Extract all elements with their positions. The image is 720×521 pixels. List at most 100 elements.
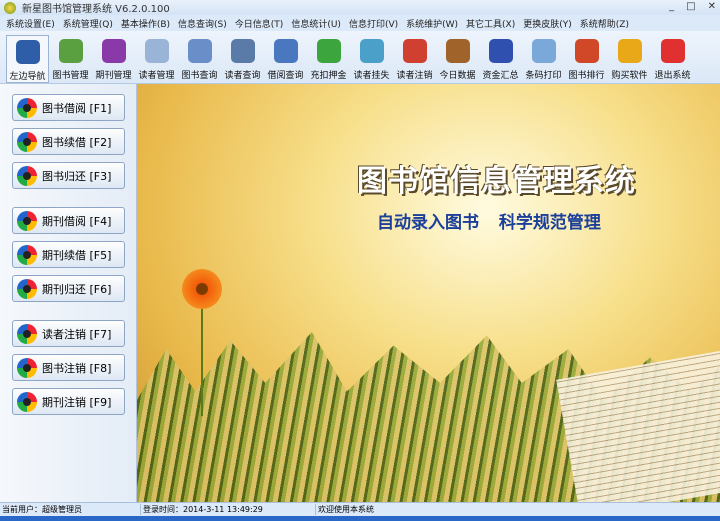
nav-disc-icon [17, 357, 37, 378]
toolbar-button-12[interactable]: 条码打印 [522, 35, 565, 83]
status-user: 当前用户：超级管理员 [2, 505, 82, 514]
menu-item-5[interactable]: 信息统计(U) [291, 17, 341, 30]
left-navigation-panel: 图书借阅 [F1] 图书续借 [F2] 图书归还 [F3] 期刊借阅 [F4] 期刊续借… [0, 84, 137, 502]
toolbar-button-13[interactable]: 图书排行 [565, 35, 608, 83]
toolbar-button-10[interactable]: 今日数据 [436, 35, 479, 83]
menu-item-2[interactable]: 基本操作(B) [121, 17, 170, 30]
nav-button-5[interactable]: 期刊归还 [F6] [12, 275, 125, 302]
menu-item-9[interactable]: 更换皮肤(Y) [523, 17, 572, 30]
toolbar-icon [144, 39, 169, 63]
toolbar-button-11[interactable]: 资金汇总 [479, 35, 522, 83]
close-button[interactable]: ✕ [708, 1, 716, 12]
main-banner: 图书馆信息管理系统 自动录入图书 科学规范管理 [137, 84, 720, 502]
nav-disc-icon [17, 131, 37, 152]
toolbar-button-5[interactable]: 读者查询 [221, 35, 264, 83]
toolbar-icon [660, 39, 685, 63]
toolbar-label: 读者挂失 [353, 71, 390, 81]
toolbar-icon [273, 39, 298, 63]
menu-bar: 系统设置(E) 系统管理(Q) 基本操作(B) 信息查询(S) 今日信息(T) 信息统计(… [0, 15, 720, 31]
toolbar-label: 读者注销 [396, 71, 433, 81]
toolbar-icon [445, 39, 470, 63]
toolbar-label: 读者管理 [138, 71, 175, 81]
menu-item-1[interactable]: 系统管理(Q) [63, 17, 113, 30]
menu-item-10[interactable]: 系统帮助(Z) [580, 17, 629, 30]
toolbar-icon [15, 40, 40, 64]
minimize-button[interactable]: _ [669, 1, 674, 12]
nav-disc-icon [17, 278, 37, 299]
toolbar-button-9[interactable]: 读者注销 [393, 35, 436, 83]
toolbar-label: 图书查询 [181, 71, 218, 81]
menu-item-8[interactable]: 其它工具(X) [466, 17, 515, 30]
toolbar-icon [58, 39, 83, 63]
nav-button-8[interactable]: 期刊注销 [F9] [12, 388, 125, 415]
nav-label: 图书续借 [F2] [42, 135, 112, 149]
nav-button-4[interactable]: 期刊续借 [F5] [12, 241, 125, 268]
menu-item-6[interactable]: 信息打印(V) [349, 17, 398, 30]
menu-item-3[interactable]: 信息查询(S) [178, 17, 227, 30]
banner-subtitle: 自动录入图书 科学规范管理 [377, 213, 601, 233]
toolbar-icon [402, 39, 427, 63]
nav-button-6[interactable]: 读者注销 [F7] [12, 320, 125, 347]
flower-image [182, 269, 222, 309]
nav-button-3[interactable]: 期刊借阅 [F4] [12, 207, 125, 234]
toolbar-button-6[interactable]: 借阅查询 [264, 35, 307, 83]
toolbar-icon [316, 39, 341, 63]
toolbar: 左边导航 图书管理 期刊管理 读者管理 图书查询 读者查询 借阅查询 充扣押金 读者挂失 读者注销… [0, 31, 720, 84]
nav-button-0[interactable]: 图书借阅 [F1] [12, 94, 125, 121]
toolbar-button-2[interactable]: 期刊管理 [92, 35, 135, 83]
toolbar-label: 条码打印 [525, 71, 562, 81]
toolbar-label: 图书排行 [568, 71, 605, 81]
toolbar-button-14[interactable]: 购买软件 [608, 35, 651, 83]
menu-item-7[interactable]: 系统维护(W) [406, 17, 458, 30]
nav-disc-icon [17, 244, 37, 265]
app-logo-icon [4, 1, 16, 14]
toolbar-label: 图书管理 [52, 71, 89, 81]
nav-label: 期刊注销 [F9] [42, 395, 112, 409]
taskbar [0, 516, 720, 521]
nav-label: 图书注销 [F8] [42, 361, 112, 375]
toolbar-button-4[interactable]: 图书查询 [178, 35, 221, 83]
toolbar-label: 充扣押金 [310, 71, 347, 81]
toolbar-label: 左边导航 [9, 72, 46, 82]
nav-disc-icon [17, 391, 37, 412]
toolbar-button-1[interactable]: 图书管理 [49, 35, 92, 83]
flower-stem [201, 306, 203, 416]
toolbar-button-7[interactable]: 充扣押金 [307, 35, 350, 83]
status-login-time: 登录时间：2014-3-11 13:49:29 [140, 504, 315, 515]
toolbar-button-15[interactable]: 退出系统 [651, 35, 694, 83]
toolbar-button-8[interactable]: 读者挂失 [350, 35, 393, 83]
nav-label: 图书归还 [F3] [42, 169, 112, 183]
toolbar-button-3[interactable]: 读者管理 [135, 35, 178, 83]
toolbar-icon [617, 39, 642, 63]
toolbar-label: 读者查询 [224, 71, 261, 81]
toolbar-label: 期刊管理 [95, 71, 132, 81]
toolbar-icon [230, 39, 255, 63]
nav-button-7[interactable]: 图书注销 [F8] [12, 354, 125, 381]
nav-disc-icon [17, 97, 37, 118]
title-bar: 新星图书馆管理系统 V6.2.0.100 _ □ ✕ [0, 0, 720, 15]
nav-disc-icon [17, 210, 37, 231]
maximize-button[interactable]: □ [686, 1, 695, 12]
nav-disc-icon [17, 165, 37, 186]
toolbar-label: 退出系统 [654, 71, 691, 81]
nav-label: 读者注销 [F7] [42, 327, 112, 341]
nav-button-1[interactable]: 图书续借 [F2] [12, 128, 125, 155]
toolbar-label: 借阅查询 [267, 71, 304, 81]
toolbar-label: 今日数据 [439, 71, 476, 81]
menu-item-4[interactable]: 今日信息(T) [235, 17, 284, 30]
toolbar-icon [187, 39, 212, 63]
toolbar-icon [531, 39, 556, 63]
nav-label: 期刊续借 [F5] [42, 248, 112, 262]
menu-item-0[interactable]: 系统设置(E) [6, 17, 55, 30]
window-title: 新星图书馆管理系统 V6.2.0.100 [22, 4, 170, 15]
nav-disc-icon [17, 323, 37, 344]
toolbar-icon [101, 39, 126, 63]
toolbar-button-0[interactable]: 左边导航 [6, 35, 49, 83]
toolbar-icon [488, 39, 513, 63]
nav-label: 期刊归还 [F6] [42, 282, 112, 296]
toolbar-label: 资金汇总 [482, 71, 519, 81]
status-bar: 当前用户：超级管理员 登录时间：2014-3-11 13:49:29 欢迎使用本… [0, 502, 720, 516]
nav-label: 图书借阅 [F1] [42, 101, 112, 115]
nav-button-2[interactable]: 图书归还 [F3] [12, 162, 125, 189]
nav-label: 期刊借阅 [F4] [42, 214, 112, 228]
